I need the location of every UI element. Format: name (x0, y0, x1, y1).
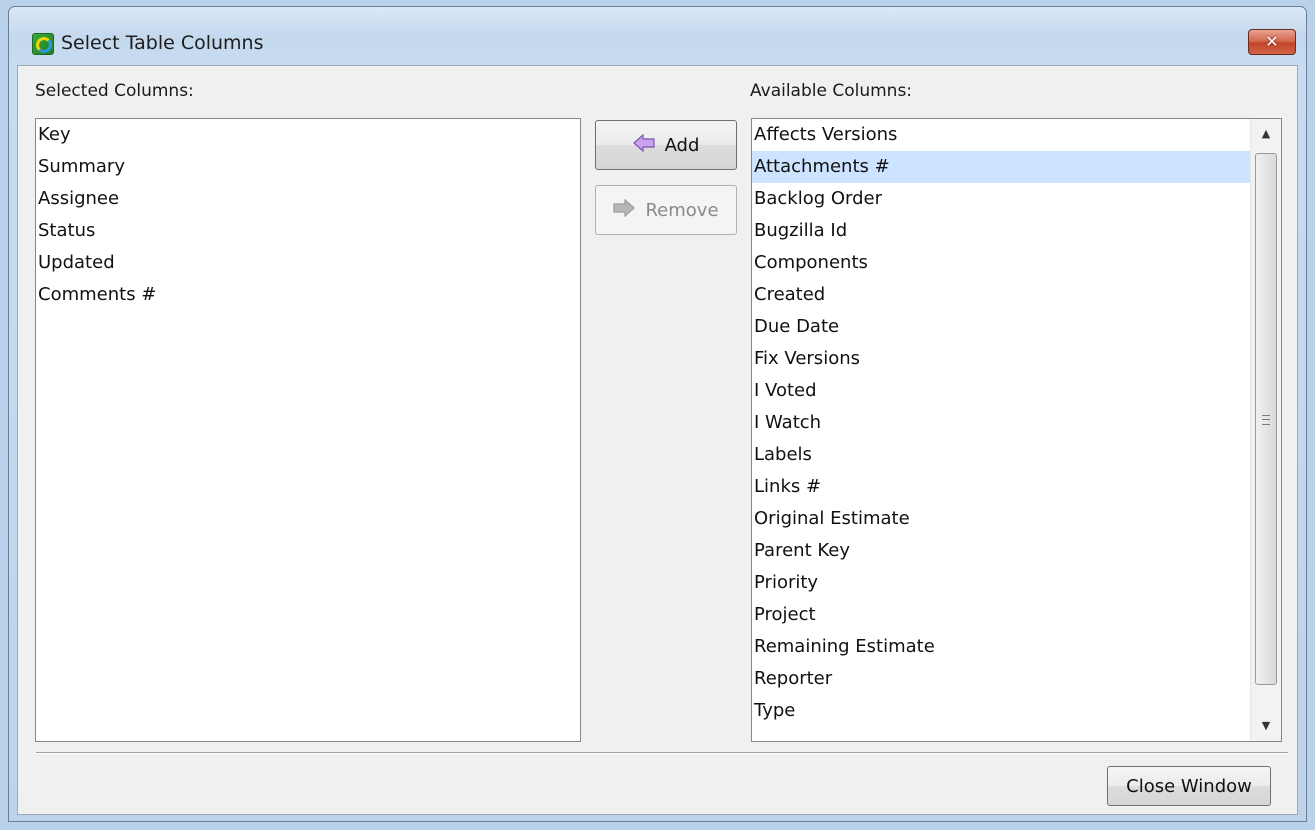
remove-button[interactable]: Remove (595, 185, 737, 235)
list-item[interactable]: Affects Versions (752, 119, 1281, 151)
list-item[interactable]: Created (752, 279, 1281, 311)
remove-button-label: Remove (645, 199, 719, 221)
selected-columns-list[interactable]: Key Summary Assignee Status Updated Comments … (35, 118, 581, 742)
dialog-window: Select Table Columns ✕ Selected Columns:… (8, 6, 1307, 822)
close-window-label: Close Window (1126, 775, 1252, 797)
list-item[interactable]: Links # (752, 471, 1281, 503)
list-item[interactable]: Bugzilla Id (752, 215, 1281, 247)
list-item[interactable]: Project (752, 599, 1281, 631)
close-window-button[interactable]: Close Window (1107, 766, 1271, 806)
list-item[interactable]: Status (36, 215, 580, 247)
list-item[interactable]: Fix Versions (752, 343, 1281, 375)
list-item[interactable]: Due Date (752, 311, 1281, 343)
window-title: Select Table Columns (61, 32, 264, 54)
list-item[interactable]: Components (752, 247, 1281, 279)
list-item[interactable]: Parent Key (752, 535, 1281, 567)
list-item[interactable]: Priority (752, 567, 1281, 599)
app-icon (32, 33, 54, 55)
dialog-client-area: Selected Columns: Available Columns: Key… (17, 65, 1298, 815)
scrollbar-grip-icon (1262, 415, 1270, 425)
selected-columns-label: Selected Columns: (35, 81, 194, 101)
list-item[interactable]: I Watch (752, 407, 1281, 439)
add-button-label: Add (664, 134, 700, 156)
list-item[interactable]: Comments # (36, 279, 580, 311)
list-item[interactable]: Type (752, 695, 1281, 727)
list-item[interactable]: Original Estimate (752, 503, 1281, 535)
scroll-down-arrow-icon[interactable]: ▼ (1251, 711, 1281, 741)
arrow-left-icon (632, 133, 655, 157)
list-item[interactable]: Updated (36, 247, 580, 279)
list-item[interactable]: I Voted (752, 375, 1281, 407)
available-columns-label: Available Columns: (750, 81, 913, 101)
list-item[interactable]: Backlog Order (752, 183, 1281, 215)
available-columns-items: Affects Versions Attachments # Backlog Ord… (752, 119, 1281, 727)
title-bar[interactable]: Select Table Columns ✕ (9, 7, 1306, 65)
arrow-right-icon (613, 198, 636, 222)
list-item[interactable]: Assignee (36, 183, 580, 215)
available-list-scrollbar[interactable]: ▲ ▼ (1250, 119, 1281, 741)
list-item[interactable]: Reporter (752, 663, 1281, 695)
scrollbar-thumb[interactable] (1255, 153, 1277, 685)
footer-separator (36, 752, 1288, 754)
add-button[interactable]: Add (595, 120, 737, 170)
list-item[interactable]: Summary (36, 151, 580, 183)
list-item[interactable]: Labels (752, 439, 1281, 471)
list-item[interactable]: Remaining Estimate (752, 631, 1281, 663)
list-item[interactable]: Attachments # (752, 151, 1281, 183)
close-window-x-button[interactable]: ✕ (1248, 29, 1296, 55)
list-item[interactable]: Key (36, 119, 580, 151)
scroll-up-arrow-icon[interactable]: ▲ (1251, 119, 1281, 149)
available-columns-list[interactable]: Affects Versions Attachments # Backlog Ord… (751, 118, 1282, 742)
